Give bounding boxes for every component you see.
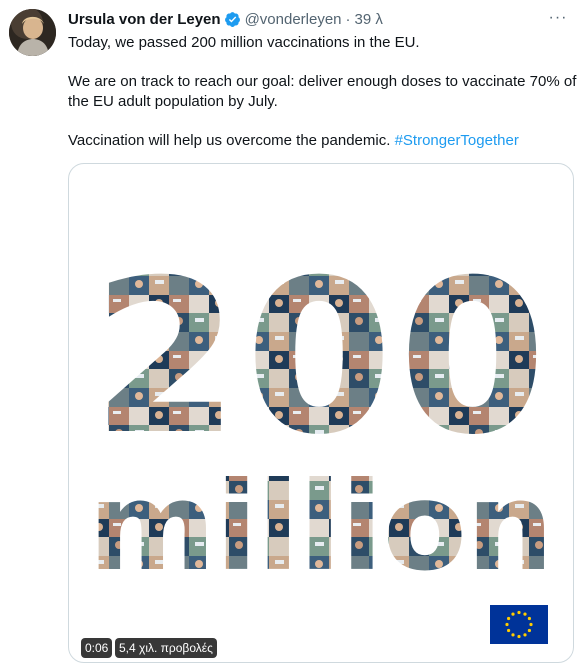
tweet-header: Ursula von der Leyen @vonderleyen · 39 λ	[68, 9, 383, 29]
avatar-image	[9, 9, 56, 56]
author-handle[interactable]: @vonderleyen	[245, 11, 342, 28]
tweet[interactable]: Ursula von der Leyen @vonderleyen · 39 λ…	[0, 0, 588, 665]
more-options-icon: ···	[548, 9, 568, 26]
tweet-line-1: Today, we passed 200 million vaccination…	[68, 34, 420, 51]
tweet-line-3: Vaccination will help us overcome the pa…	[68, 131, 578, 151]
avatar[interactable]	[9, 9, 56, 56]
eu-flag-icon	[490, 605, 548, 644]
tweet-line-3-text: Vaccination will help us overcome the pa…	[68, 132, 391, 149]
tweet-line-2: We are on track to reach our goal: deliv…	[68, 73, 577, 110]
hashtag-link[interactable]: #StrongerTogether	[395, 132, 519, 149]
video-duration: 0:06	[81, 638, 113, 658]
tweet-timestamp[interactable]: 39 λ	[355, 11, 383, 28]
separator-dot: ·	[345, 10, 351, 28]
verified-badge-icon	[224, 11, 241, 28]
author-name[interactable]: Ursula von der Leyen	[68, 11, 221, 28]
graphic-number: 200	[92, 234, 553, 481]
video-player[interactable]: 200 million 0:06 5,4 χιλ. προβολές	[68, 163, 574, 663]
graphic-word: million	[88, 456, 553, 598]
tweet-text: Today, we passed 200 million vaccination…	[68, 33, 578, 151]
more-options-button[interactable]: ···	[544, 6, 572, 30]
video-frame: 200 million	[88, 234, 553, 598]
video-view-count: 5,4 χιλ. προβολές	[115, 638, 217, 658]
